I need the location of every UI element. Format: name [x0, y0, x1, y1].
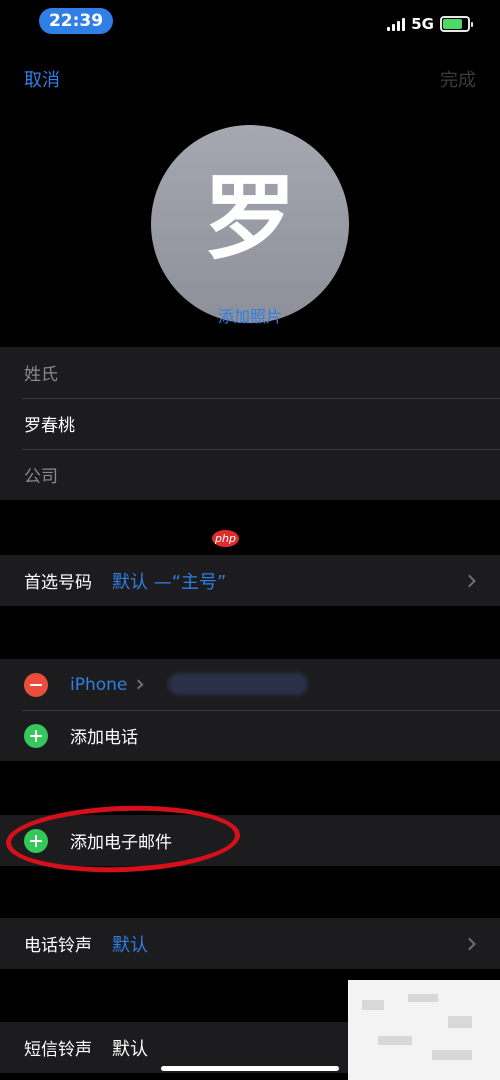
- status-time: 22:39: [39, 8, 113, 34]
- chevron-right-icon: [463, 574, 476, 587]
- avatar-initial: 罗: [203, 165, 296, 272]
- corner-noise-overlay: [348, 980, 500, 1080]
- chevron-right-icon: [463, 937, 476, 950]
- add-photo-button[interactable]: 添加照片: [0, 303, 500, 327]
- done-button[interactable]: 完成: [440, 66, 476, 92]
- last-name-placeholder: 姓氏: [24, 365, 58, 385]
- chevron-right-icon: [133, 679, 144, 690]
- ringtone-group: 电话铃声 默认: [0, 918, 500, 969]
- first-name-value: 罗春桃: [24, 416, 75, 436]
- name-fields-group: 姓氏 罗春桃 公司: [0, 347, 500, 500]
- delete-phone-icon[interactable]: [24, 672, 48, 697]
- php-watermark: php: [212, 530, 239, 547]
- preferred-number-group: 首选号码 默认 —“主号”: [0, 555, 500, 606]
- company-field[interactable]: 公司: [0, 449, 500, 500]
- phone-group: iPhone 添加电话: [0, 659, 500, 761]
- phone-type-label[interactable]: iPhone: [70, 674, 144, 695]
- add-phone-row[interactable]: 添加电话: [0, 710, 500, 761]
- phone-row[interactable]: iPhone: [0, 659, 500, 710]
- preferred-number-row[interactable]: 首选号码 默认 —“主号”: [0, 555, 500, 606]
- cancel-button[interactable]: 取消: [24, 66, 60, 92]
- ringtone-value: 默认: [112, 934, 148, 956]
- company-placeholder: 公司: [24, 467, 58, 487]
- ringtone-row[interactable]: 电话铃声 默认: [0, 918, 500, 969]
- battery-icon: [440, 16, 473, 32]
- last-name-field[interactable]: 姓氏: [0, 347, 500, 398]
- add-icon: [24, 723, 48, 748]
- avatar[interactable]: 罗: [151, 125, 349, 323]
- home-indicator[interactable]: [161, 1066, 339, 1071]
- status-icons: 5G: [387, 13, 473, 35]
- preferred-number-value: 默认 —“主号”: [112, 571, 227, 593]
- battery-level: [443, 19, 463, 29]
- first-name-field[interactable]: 罗春桃: [0, 398, 500, 449]
- signal-icon: [387, 17, 406, 31]
- ringtone-label: 电话铃声: [24, 936, 92, 956]
- add-phone-label: 添加电话: [70, 728, 138, 748]
- preferred-number-label: 首选号码: [24, 573, 92, 593]
- text-tone-value: 默认: [112, 1038, 148, 1060]
- phone-number-blurred[interactable]: [168, 673, 308, 695]
- phone-type-text: iPhone: [70, 674, 128, 695]
- network-type: 5G: [411, 15, 434, 33]
- text-tone-label: 短信铃声: [24, 1040, 92, 1060]
